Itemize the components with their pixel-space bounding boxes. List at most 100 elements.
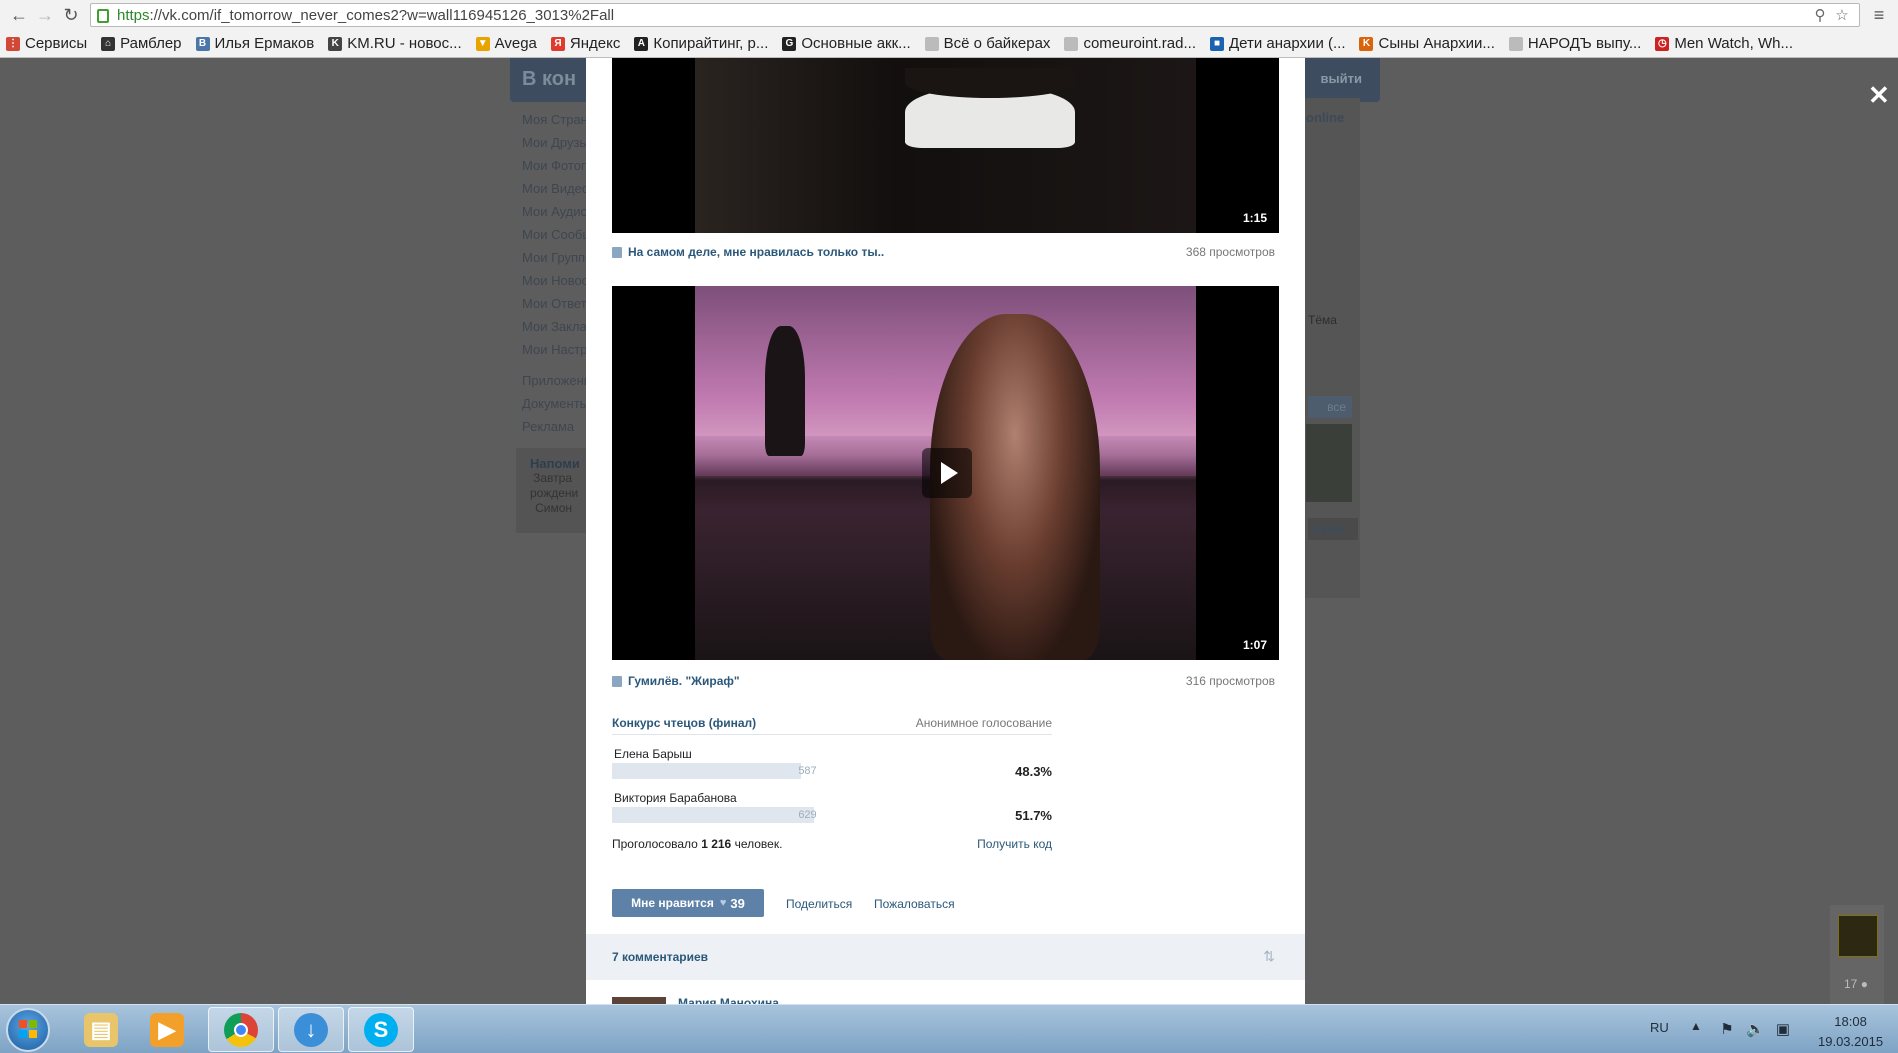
- video-title[interactable]: Гумилёв. "Жираф": [612, 674, 740, 688]
- tv-icon: ■: [1210, 36, 1224, 51]
- left-menu-item[interactable]: Мои Фотогр: [522, 154, 596, 177]
- download-taskbar-button[interactable]: ↓: [278, 1007, 344, 1052]
- bookmark-item[interactable]: Я Яндекс: [550, 35, 621, 52]
- language-indicator[interactable]: RU: [1650, 1020, 1669, 1035]
- comments-header[interactable]: 7 комментариев ⇅: [586, 934, 1305, 980]
- bookmark-item[interactable]: ⋮ Сервисы: [6, 35, 87, 52]
- left-menu-item[interactable]: Мои Новост: [522, 269, 596, 292]
- clock[interactable]: 18:08 19.03.2015: [1818, 1012, 1883, 1052]
- bookmark-item[interactable]: НАРОДЪ выпу...: [1508, 35, 1641, 52]
- poll-option[interactable]: Виктория Барабанова 629 51.7%: [612, 791, 1052, 823]
- star-icon[interactable]: ☆: [1831, 6, 1853, 24]
- page-icon: [924, 36, 939, 51]
- close-icon[interactable]: ✕: [1868, 80, 1890, 111]
- bookmark-item[interactable]: ⌂ Рамблер: [101, 35, 182, 52]
- photo-thumbnail: [1306, 424, 1352, 502]
- heart-icon: ♥: [719, 897, 727, 909]
- back-icon[interactable]: ←: [6, 3, 32, 27]
- explorer-taskbar-button[interactable]: ▤: [68, 1007, 134, 1052]
- poll-option[interactable]: Елена Барыш 587 48.3%: [612, 747, 1052, 779]
- left-menu-item[interactable]: Мои Видеоз: [522, 177, 596, 200]
- get-code-link[interactable]: Получить код: [977, 837, 1052, 851]
- poll-percent: 51.7%: [1015, 807, 1052, 823]
- comments-count: 7 комментариев: [612, 950, 709, 964]
- bookmark-item[interactable]: K Сыны Анархии...: [1359, 35, 1495, 52]
- bookmark-item[interactable]: comeuroint.rad...: [1064, 35, 1196, 52]
- zoom-icon[interactable]: ⚲: [1809, 6, 1831, 24]
- video-icon: [612, 246, 622, 258]
- apps-grid-icon: ⋮: [6, 36, 20, 51]
- bookmark-item[interactable]: B Илья Ермаков: [195, 35, 314, 52]
- chrome-taskbar-button[interactable]: [208, 1007, 274, 1052]
- side-count: 17 ●: [1844, 977, 1868, 991]
- address-bar[interactable]: https://vk.com/if_tomorrow_never_comes2?…: [90, 3, 1860, 27]
- skype-taskbar-button[interactable]: S: [348, 1007, 414, 1052]
- media-player-taskbar-button[interactable]: ▶: [134, 1007, 200, 1052]
- avatar: [1838, 915, 1878, 957]
- network-icon[interactable]: ▣: [1774, 1020, 1792, 1038]
- forward-icon[interactable]: →: [32, 3, 58, 27]
- wall-post-popup: 1:15 На самом деле, мне нравилась только…: [586, 58, 1305, 1004]
- person-icon: ●: [1860, 977, 1868, 991]
- poll-bar: 587: [612, 763, 1003, 779]
- bookmark-item[interactable]: A Копирайтинг, р...: [634, 35, 768, 52]
- poll-header: Конкурс чтецов (финал) Анонимное голосов…: [612, 716, 1052, 735]
- left-menu-item[interactable]: Мои Ответы: [522, 292, 596, 315]
- reload-icon[interactable]: ↻: [58, 3, 84, 27]
- chrome-icon: [224, 1012, 258, 1047]
- video-title[interactable]: На самом деле, мне нравилась только ты..: [612, 245, 884, 259]
- side-widget[interactable]: 17 ●: [1830, 905, 1884, 1005]
- vk-icon: B: [195, 36, 210, 51]
- avega-icon: ▼: [475, 36, 490, 51]
- poll-total: Проголосовало 1 216 человек.: [612, 837, 783, 851]
- left-menu-item[interactable]: Мои Настро: [522, 338, 596, 361]
- poll-footer: Проголосовало 1 216 человек. Получить ко…: [612, 837, 1052, 851]
- navigation-bar: ← → ↻ https://vk.com/if_tomorrow_never_c…: [0, 0, 1898, 30]
- bookmark-item[interactable]: ◷ Men Watch, Wh...: [1655, 35, 1793, 52]
- sort-icon[interactable]: ⇅: [1263, 948, 1275, 965]
- left-menu-item[interactable]: Мои Группы: [522, 246, 596, 269]
- bookmark-item[interactable]: ▼ Avega: [475, 35, 537, 52]
- bookmark-label: Яндекс: [569, 35, 621, 52]
- menu-icon[interactable]: ≡: [1866, 3, 1892, 27]
- play-icon[interactable]: [922, 448, 972, 498]
- left-menu-item[interactable]: Реклама: [522, 415, 596, 438]
- bookmark-item[interactable]: Всё о байкерах: [924, 35, 1050, 52]
- start-button[interactable]: [6, 1008, 50, 1052]
- left-menu-item[interactable]: Мои Аудиоз: [522, 200, 596, 223]
- left-menu-item[interactable]: Приложени: [522, 369, 596, 392]
- video-player[interactable]: 1:07: [612, 286, 1279, 660]
- left-menu-item[interactable]: Мои Сообщ: [522, 223, 596, 246]
- commenter-name[interactable]: Мария Манохина: [678, 996, 779, 1004]
- bookmark-item[interactable]: G Основные акк...: [782, 35, 911, 52]
- all-button[interactable]: все: [1308, 396, 1352, 418]
- bookmark-label: Основные акк...: [801, 35, 911, 52]
- report-link[interactable]: Пожаловаться: [874, 897, 955, 911]
- vk-logo: В кон: [522, 68, 577, 90]
- left-menu-item[interactable]: Документы: [522, 392, 596, 415]
- video-icon: [612, 675, 622, 687]
- history-button[interactable]: тории: [1308, 518, 1358, 540]
- clock-date: 19.03.2015: [1818, 1034, 1884, 1049]
- exit-link[interactable]: выйти: [1321, 71, 1362, 86]
- left-menu-item[interactable]: Мои Друзья: [522, 131, 596, 154]
- bookmark-item[interactable]: K KM.RU - новос...: [328, 35, 462, 52]
- share-link[interactable]: Поделиться: [786, 897, 852, 911]
- action-center-icon[interactable]: ⚑: [1718, 1020, 1736, 1038]
- video-player[interactable]: 1:15: [612, 58, 1279, 233]
- avatar[interactable]: [612, 997, 666, 1004]
- left-menu-item[interactable]: Моя Страни: [522, 108, 596, 131]
- video-frame: [695, 58, 1196, 233]
- bookmarks-bar: ⋮ Сервисы ⌂ Рамблер B Илья Ермаков K KM.RU - но…: [0, 30, 1898, 57]
- left-menu: Моя Страни Мои Друзья Мои Фотогр Мои Видеоз…: [522, 108, 596, 438]
- volume-icon[interactable]: 🔈: [1746, 1020, 1765, 1038]
- taskbar: ▤ ▶ ↓ S RU ▲ ⚑ 🔈 ▣ 18:08 19.03.2015: [0, 1004, 1898, 1053]
- windows-logo-icon: [19, 1020, 37, 1038]
- like-button[interactable]: Мне нравится ♥ 39: [612, 889, 764, 917]
- poll-option-row: 629 51.7%: [612, 807, 1052, 823]
- show-hidden-icons[interactable]: ▲: [1690, 1019, 1702, 1033]
- bookmark-label: KM.RU - новос...: [347, 35, 462, 52]
- bookmark-item[interactable]: ■ Дети анархии (...: [1210, 35, 1345, 52]
- left-menu-item[interactable]: Мои Заклад: [522, 315, 596, 338]
- poll-vote-count: 629: [798, 809, 817, 821]
